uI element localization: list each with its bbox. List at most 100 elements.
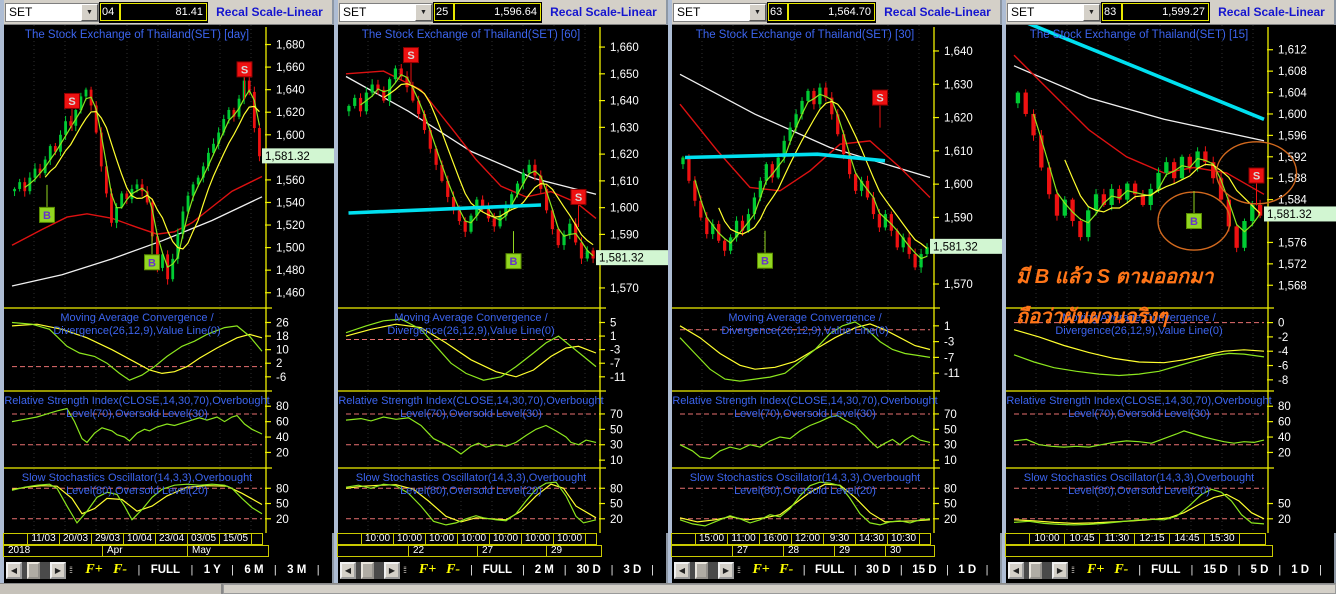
- font-increase-button[interactable]: F+: [752, 562, 769, 578]
- symbol-dropdown[interactable]: SET ▼: [1007, 2, 1101, 22]
- chart-canvas[interactable]: 1,640 1,630 1,620 1,610 1,600 1,590 1,570 B S 1,5…: [672, 25, 1006, 533]
- font-decrease-button[interactable]: F-: [1114, 562, 1128, 578]
- recal-scale-button[interactable]: Recal Scale-Linear: [542, 1, 665, 23]
- svg-text:Relative Strength Index(CLOSE,: Relative Strength Index(CLOSE,14,30,70),…: [672, 395, 937, 407]
- chevron-down-icon[interactable]: ▼: [1083, 3, 1100, 21]
- font-decrease-button[interactable]: F-: [446, 562, 460, 578]
- svg-text:Level(80),Oversold Level(20): Level(80),Oversold Level(20): [734, 485, 876, 497]
- svg-text:Level(70),Oversold Level(30): Level(70),Oversold Level(30): [66, 408, 208, 420]
- axis-label-cell: 10/04: [123, 533, 156, 545]
- chart-canvas[interactable]: 1,6121,6081,6041,6001,5961,5921,5881,584…: [1006, 25, 1336, 533]
- symbol-dropdown[interactable]: SET ▼: [5, 2, 99, 22]
- svg-text:1,460: 1,460: [276, 288, 305, 300]
- period-button-5d[interactable]: 5 D: [1250, 564, 1268, 576]
- recal-scale-button[interactable]: Recal Scale-Linear: [876, 1, 999, 23]
- panel-toolbar: SET ▼ 83 1,599.27 Recal Scale-Linear: [1006, 0, 1334, 25]
- axis-empty-cell: [671, 545, 733, 557]
- scroll-left-icon[interactable]: ◀: [340, 561, 356, 579]
- svg-text:1,640: 1,640: [944, 46, 973, 58]
- scrollbar-track[interactable]: [1042, 561, 1052, 579]
- chart-scrollbar[interactable]: ◀ ▶: [340, 561, 400, 579]
- period-button-1d[interactable]: 1 D: [1291, 564, 1309, 576]
- svg-text:1,570: 1,570: [944, 279, 973, 291]
- svg-text:S: S: [241, 64, 248, 76]
- period-button-30d[interactable]: 30 D: [576, 564, 600, 576]
- period-button-6m[interactable]: 6 M: [244, 564, 263, 576]
- scrollbar-thumb[interactable]: [695, 561, 708, 579]
- scroll-left-icon[interactable]: ◀: [674, 561, 690, 579]
- period-button-3d[interactable]: 3 D: [623, 564, 641, 576]
- axis-row-filler: [1273, 545, 1334, 557]
- scrollbar-track[interactable]: [374, 561, 384, 579]
- period-button-full[interactable]: FULL: [483, 564, 512, 576]
- chart-canvas[interactable]: 1,660 1,650 1,640 1,630 1,620 1,610 1,600 1,590…: [338, 25, 672, 533]
- scroll-left-icon[interactable]: ◀: [1008, 561, 1024, 579]
- grip-icon: ⁞⁞: [403, 565, 407, 575]
- scrollbar-thumb[interactable]: [361, 561, 374, 579]
- svg-text:80: 80: [610, 483, 623, 495]
- axis-label-cell: 03/05: [187, 533, 220, 545]
- scrollbar-thumb[interactable]: [27, 561, 40, 579]
- scrollbar-track[interactable]: [708, 561, 718, 579]
- period-button-15d[interactable]: 15 D: [1203, 564, 1227, 576]
- scrollbar-track[interactable]: [40, 561, 50, 579]
- chart-window: SET ▼ 25 1,596.64 Recal Scale-Linear 1,6…: [334, 0, 672, 583]
- svg-text:20: 20: [1278, 514, 1291, 526]
- svg-text:1,581.32: 1,581.32: [599, 253, 644, 265]
- axis-empty-cell: [671, 533, 696, 545]
- period-button-full[interactable]: FULL: [815, 564, 844, 576]
- scroll-right-icon[interactable]: ▶: [1052, 561, 1068, 579]
- quote-fields: 04 81.41: [99, 1, 208, 23]
- svg-text:1,612: 1,612: [1278, 45, 1307, 57]
- svg-text:S: S: [68, 96, 75, 108]
- font-increase-button[interactable]: F+: [85, 562, 102, 578]
- font-decrease-button[interactable]: F-: [779, 562, 793, 578]
- chart-scrollbar[interactable]: ◀ ▶: [6, 561, 66, 579]
- axis-label-cell: 15/05: [219, 533, 252, 545]
- scroll-right-icon[interactable]: ▶: [50, 561, 66, 579]
- svg-text:1,540: 1,540: [276, 197, 305, 209]
- period-button-1y[interactable]: 1 Y: [204, 564, 221, 576]
- svg-text:60: 60: [276, 417, 289, 429]
- last-value-field: 1,596.64: [454, 3, 541, 21]
- font-decrease-button[interactable]: F-: [113, 562, 127, 578]
- scroll-right-icon[interactable]: ▶: [384, 561, 400, 579]
- chart-scrollbar[interactable]: ◀ ▶: [674, 561, 734, 579]
- footer-separator: |: [1138, 564, 1142, 576]
- axis-label-cell: 10:00: [361, 533, 394, 545]
- scroll-left-icon[interactable]: ◀: [6, 561, 22, 579]
- period-button-30d[interactable]: 30 D: [866, 564, 890, 576]
- chart-window: SET ▼ 04 81.41 Recal Scale-Linear 1,680 1…: [0, 0, 338, 583]
- recal-scale-button[interactable]: Recal Scale-Linear: [208, 1, 331, 23]
- symbol-dropdown[interactable]: SET ▼: [339, 2, 433, 22]
- svg-text:1,680: 1,680: [276, 40, 305, 52]
- axis-label-cell: 10:30: [887, 533, 920, 545]
- font-increase-button[interactable]: F+: [1087, 562, 1104, 578]
- svg-text:-3: -3: [944, 337, 954, 349]
- chevron-down-icon[interactable]: ▼: [81, 3, 98, 21]
- recal-scale-button[interactable]: Recal Scale-Linear: [1210, 1, 1333, 23]
- period-button-full[interactable]: FULL: [151, 564, 180, 576]
- period-button-3m[interactable]: 3 M: [287, 564, 306, 576]
- svg-text:1,660: 1,660: [610, 42, 639, 54]
- symbol-dropdown[interactable]: SET ▼: [673, 2, 767, 22]
- svg-text:ถือว่าผันผวนจริงๆ: ถือว่าผันผวนจริงๆ: [1016, 305, 1169, 328]
- scrollbar-thumb[interactable]: [1029, 561, 1042, 579]
- chevron-down-icon[interactable]: ▼: [749, 3, 766, 21]
- period-button-15d[interactable]: 15 D: [912, 564, 936, 576]
- footer-separator: |: [610, 564, 614, 576]
- chevron-down-icon[interactable]: ▼: [415, 3, 432, 21]
- font-increase-button[interactable]: F+: [419, 562, 436, 578]
- footer-separator: |: [802, 564, 806, 576]
- period-button-full[interactable]: FULL: [1151, 564, 1180, 576]
- chart-canvas[interactable]: 1,680 1,660 1,640 1,620 1,600 1,560 1,540 1,520…: [4, 25, 338, 533]
- period-button-2m[interactable]: 2 M: [535, 564, 554, 576]
- symbol-value: SET: [9, 5, 33, 19]
- scroll-right-icon[interactable]: ▶: [718, 561, 734, 579]
- svg-text:Relative Strength Index(CLOSE,: Relative Strength Index(CLOSE,14,30,70),…: [338, 395, 603, 407]
- period-button-1d[interactable]: 1 D: [958, 564, 976, 576]
- svg-text:1,480: 1,480: [276, 265, 305, 277]
- chart-scrollbar[interactable]: ◀ ▶: [1008, 561, 1068, 579]
- svg-text:5: 5: [610, 317, 616, 329]
- axis-label-cell: 10:00: [553, 533, 586, 545]
